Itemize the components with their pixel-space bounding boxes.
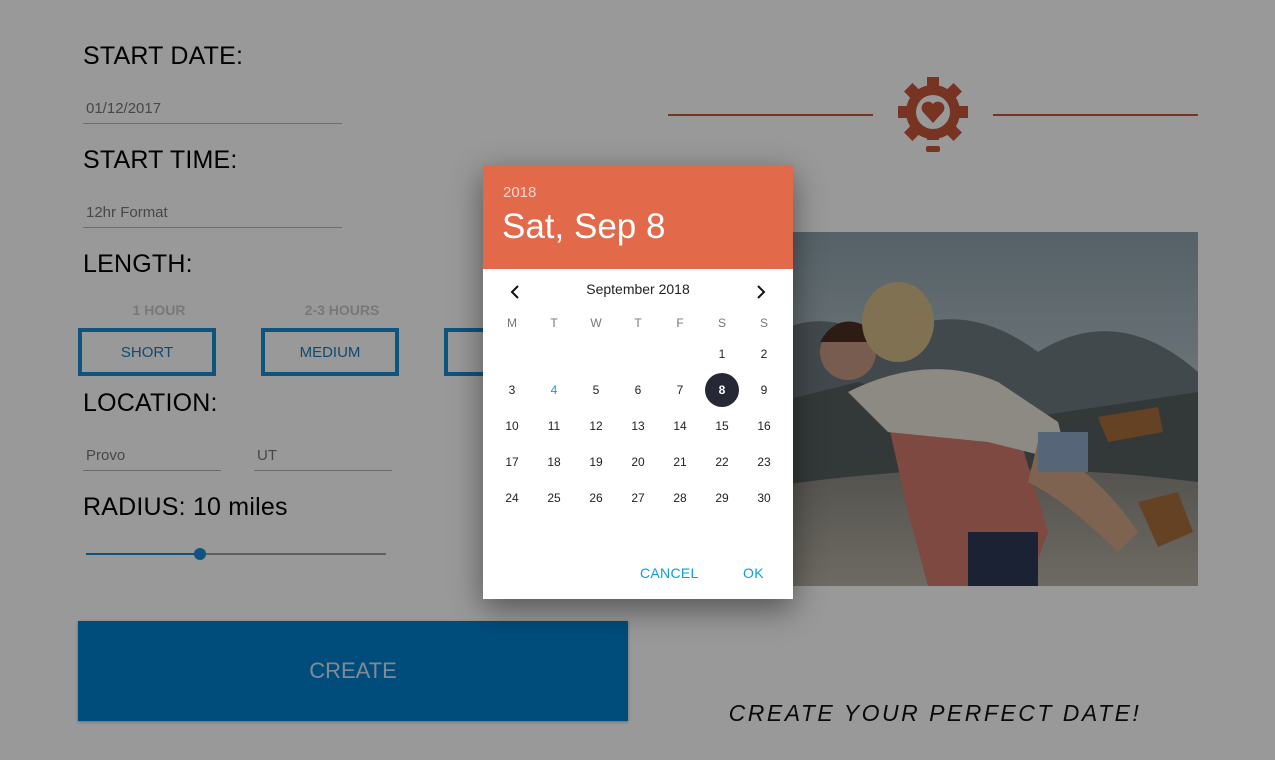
calendar-day[interactable]: 5 [579, 373, 613, 407]
calendar-day[interactable]: 1 [705, 337, 739, 371]
calendar-day[interactable]: 23 [747, 445, 781, 479]
calendar-day[interactable]: 20 [621, 445, 655, 479]
calendar-day[interactable]: 27 [621, 481, 655, 515]
calendar-day[interactable]: 4 [537, 373, 571, 407]
weekday-header: F [676, 316, 684, 330]
prev-month-button[interactable] [501, 281, 529, 303]
weekday-header: W [590, 316, 602, 330]
calendar-day[interactable]: 25 [537, 481, 571, 515]
date-picker-dialog: 2018 Sat, Sep 8 September 2018 MTWTFSS 1… [483, 165, 793, 599]
calendar-day[interactable]: 30 [747, 481, 781, 515]
calendar-day[interactable]: 19 [579, 445, 613, 479]
calendar-day[interactable]: 17 [495, 445, 529, 479]
calendar-day[interactable]: 9 [747, 373, 781, 407]
date-picker-selected-date: Sat, Sep 8 [502, 207, 666, 246]
page: START DATE: 01/12/2017 START TIME: 12hr … [0, 0, 1275, 760]
calendar-day[interactable]: 11 [537, 409, 571, 443]
calendar-day[interactable]: 2 [747, 337, 781, 371]
date-picker-header: 2018 Sat, Sep 8 [483, 165, 793, 269]
calendar-day[interactable]: 26 [579, 481, 613, 515]
month-title: September 2018 [586, 281, 690, 297]
next-month-button[interactable] [747, 281, 775, 303]
calendar-day[interactable]: 12 [579, 409, 613, 443]
calendar-day[interactable]: 10 [495, 409, 529, 443]
weekday-header: T [634, 316, 642, 330]
weekday-header: S [717, 316, 726, 330]
calendar-day-selected[interactable]: 8 [705, 373, 739, 407]
weekday-header: S [759, 316, 768, 330]
calendar-day[interactable]: 16 [747, 409, 781, 443]
calendar-day[interactable]: 13 [621, 409, 655, 443]
calendar-day[interactable]: 18 [537, 445, 571, 479]
calendar-day[interactable]: 6 [621, 373, 655, 407]
cancel-button[interactable]: CANCEL [640, 565, 699, 581]
ok-button[interactable]: OK [743, 565, 764, 581]
calendar-day[interactable]: 24 [495, 481, 529, 515]
weekday-header: M [507, 316, 517, 330]
calendar-day[interactable]: 3 [495, 373, 529, 407]
calendar-day[interactable]: 21 [663, 445, 697, 479]
calendar-day[interactable]: 29 [705, 481, 739, 515]
date-picker-year[interactable]: 2018 [503, 184, 536, 201]
calendar-day[interactable]: 7 [663, 373, 697, 407]
chevron-left-icon [510, 285, 519, 299]
calendar-day[interactable]: 14 [663, 409, 697, 443]
calendar-day[interactable]: 22 [705, 445, 739, 479]
calendar-day[interactable]: 15 [705, 409, 739, 443]
weekday-header: T [550, 316, 558, 330]
chevron-right-icon [757, 285, 766, 299]
calendar-day[interactable]: 28 [663, 481, 697, 515]
